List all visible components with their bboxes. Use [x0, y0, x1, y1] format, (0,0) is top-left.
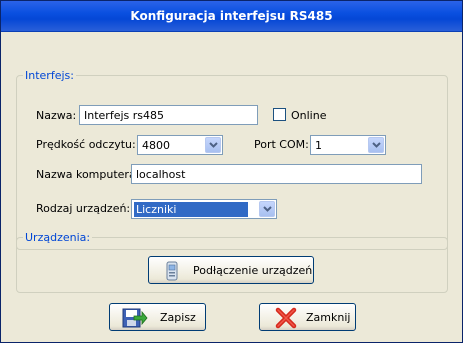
dialog-body: Interfejs: Nazwa: Online Prędkość odczyt… [5, 32, 458, 338]
predkosc-value: 4800 [142, 139, 170, 152]
urzadzenia-group: Urządzenia: Podłączenie urządzeń [16, 231, 448, 293]
port-label: Port COM: [254, 138, 309, 151]
predkosc-label: Prędkość odczytu: [36, 138, 136, 151]
save-icon [122, 307, 148, 332]
rodzaj-value: Liczniki [134, 202, 248, 217]
komputer-label: Nazwa komputera: [36, 168, 140, 181]
urzadzenia-legend: Urządzenia: [25, 231, 91, 244]
online-checkbox[interactable] [273, 108, 286, 121]
save-label: Zapisz [160, 311, 196, 324]
nazwa-field[interactable] [79, 105, 258, 125]
connect-devices-label: Podłączenie urządzeń [193, 264, 313, 277]
close-button[interactable]: Zamknij [259, 303, 356, 331]
interfejs-group: Interfejs: Nazwa: Online Prędkość odczyt… [16, 69, 448, 250]
port-value: 1 [315, 139, 322, 152]
komputer-field[interactable] [131, 164, 422, 184]
save-button[interactable]: Zapisz [109, 303, 206, 331]
interfejs-legend: Interfejs: [25, 69, 74, 82]
dialog-window: Konfiguracja interfejsu RS485 Interfejs:… [0, 0, 463, 343]
close-x-icon [275, 307, 297, 332]
chevron-down-icon[interactable] [205, 137, 221, 153]
chevron-down-icon[interactable] [368, 137, 384, 153]
predkosc-select[interactable]: 4800 [137, 135, 223, 155]
chevron-down-icon[interactable] [259, 201, 275, 217]
rodzaj-label: Rodzaj urządzeń: [36, 202, 131, 215]
devices-icon [165, 261, 179, 284]
nazwa-label: Nazwa: [36, 109, 77, 122]
window-title: Konfiguracja interfejsu RS485 [130, 9, 333, 23]
connect-devices-button[interactable]: Podłączenie urządzeń [148, 256, 314, 284]
port-select[interactable]: 1 [310, 135, 386, 155]
title-bar[interactable]: Konfiguracja interfejsu RS485 [1, 1, 462, 32]
rodzaj-select[interactable]: Liczniki [131, 199, 277, 219]
online-label: Online [291, 109, 327, 122]
close-label: Zamknij [306, 311, 351, 324]
